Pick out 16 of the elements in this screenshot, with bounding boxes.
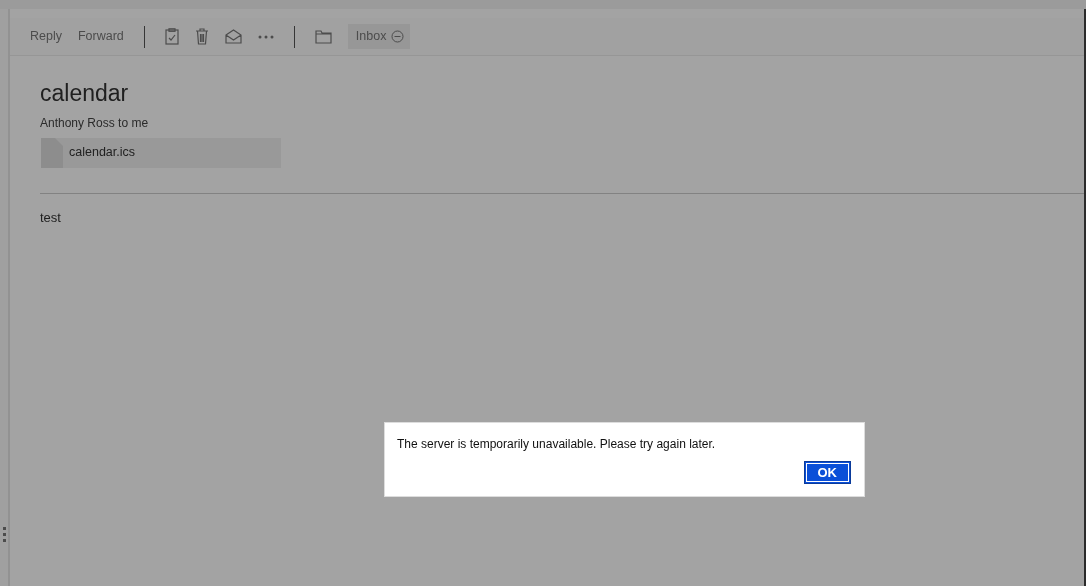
resize-handle[interactable] bbox=[2, 527, 6, 542]
folder-icon[interactable] bbox=[314, 29, 332, 44]
attachment[interactable]: calendar.ics bbox=[41, 137, 281, 168]
message-subject: calendar bbox=[40, 79, 130, 108]
dialog-message: The server is temporarily unavailable. Please try again later. bbox=[397, 436, 717, 453]
sender-line: Anthony Ross to me bbox=[40, 114, 150, 132]
toolbar-button[interactable]: Forward bbox=[69, 23, 132, 50]
remove-icon[interactable] bbox=[391, 30, 405, 43]
message-body: test bbox=[40, 208, 62, 227]
folder-tag[interactable]: Inbox bbox=[347, 24, 411, 49]
delete-icon[interactable] bbox=[194, 28, 209, 45]
toolbar-button[interactable]: Reply bbox=[22, 23, 70, 50]
tasks-icon[interactable] bbox=[164, 28, 179, 45]
ok-button[interactable]: OK bbox=[803, 460, 851, 484]
open-envelope-icon[interactable] bbox=[224, 29, 242, 44]
more-icon[interactable] bbox=[257, 34, 274, 39]
